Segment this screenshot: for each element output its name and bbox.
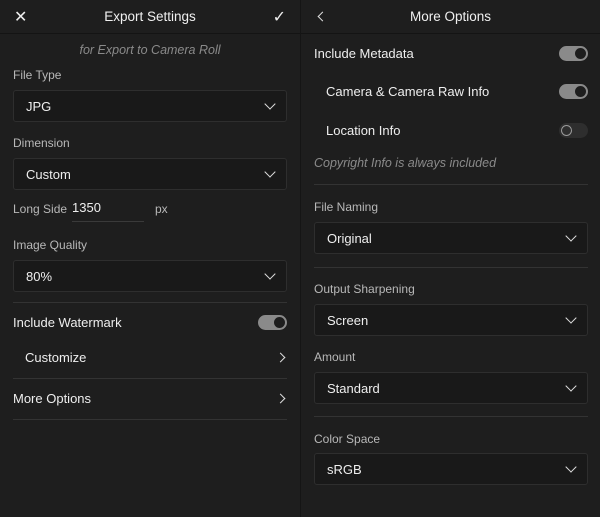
- output-sharpening-label: Output Sharpening: [314, 282, 415, 296]
- image-quality-label: Image Quality: [13, 238, 88, 252]
- checkmark-icon[interactable]: ✓: [273, 0, 286, 34]
- amount-label: Amount: [314, 350, 356, 364]
- color-space-select[interactable]: sRGB: [314, 453, 588, 485]
- camera-raw-info-label: Camera & Camera Raw Info: [326, 84, 490, 99]
- include-metadata-toggle[interactable]: [559, 46, 588, 61]
- divider: [314, 184, 588, 185]
- customize-label: Customize: [25, 350, 87, 365]
- camera-raw-info-toggle[interactable]: [559, 84, 588, 99]
- chevron-down-icon: [264, 98, 276, 110]
- subtitle: for Export to Camera Roll: [79, 43, 221, 57]
- long-side-input[interactable]: 1350: [72, 200, 144, 222]
- chevron-down-icon: [264, 268, 276, 280]
- color-space-label: Color Space: [314, 432, 381, 446]
- location-info-toggle[interactable]: [559, 123, 588, 138]
- include-metadata-label: Include Metadata: [314, 46, 414, 61]
- page-title: Export Settings: [104, 9, 196, 24]
- chevron-down-icon: [565, 461, 577, 473]
- back-icon[interactable]: [317, 11, 328, 22]
- page-title: More Options: [409, 9, 492, 24]
- file-naming-label: File Naming: [314, 200, 379, 214]
- chevron-down-icon: [264, 166, 276, 178]
- image-quality-select[interactable]: 80%: [13, 260, 287, 292]
- more-options-row[interactable]: More Options: [13, 391, 290, 409]
- file-type-value: JPG: [26, 98, 52, 114]
- dimension-select[interactable]: Custom: [13, 158, 287, 190]
- more-options-label: More Options: [13, 391, 92, 406]
- chevron-right-icon: [275, 393, 286, 404]
- long-side-label: Long Side: [13, 202, 68, 216]
- customize-row[interactable]: Customize: [25, 350, 290, 368]
- file-type-select[interactable]: JPG: [13, 90, 287, 122]
- file-naming-select[interactable]: Original: [314, 222, 588, 254]
- chevron-down-icon: [565, 380, 577, 392]
- header: ✕ Export Settings ✓: [0, 0, 300, 34]
- close-icon[interactable]: ✕: [14, 0, 27, 34]
- file-type-label: File Type: [13, 68, 62, 82]
- dimension-value: Custom: [26, 166, 71, 182]
- include-watermark-label: Include Watermark: [13, 315, 122, 330]
- file-naming-value: Original: [327, 230, 372, 246]
- image-quality-value: 80%: [26, 268, 53, 284]
- location-info-label: Location Info: [326, 123, 401, 138]
- divider: [13, 302, 287, 303]
- header: More Options: [301, 0, 600, 34]
- color-space-value: sRGB: [327, 461, 362, 477]
- chevron-down-icon: [565, 312, 577, 324]
- dimension-label: Dimension: [13, 136, 70, 150]
- divider: [13, 378, 287, 379]
- amount-select[interactable]: Standard: [314, 372, 588, 404]
- output-sharpening-value: Screen: [327, 312, 369, 328]
- include-watermark-toggle[interactable]: [258, 315, 287, 330]
- chevron-down-icon: [565, 230, 577, 242]
- output-sharpening-select[interactable]: Screen: [314, 304, 588, 336]
- divider: [314, 267, 588, 268]
- more-options-panel: More Options Include Metadata Camera & C…: [300, 0, 600, 517]
- divider: [314, 416, 588, 417]
- long-side-unit: px: [155, 202, 168, 216]
- chevron-right-icon: [275, 352, 286, 363]
- export-settings-panel: ✕ Export Settings ✓ for Export to Camera…: [0, 0, 300, 517]
- divider: [13, 419, 287, 420]
- copyright-note: Copyright Info is always included: [314, 156, 497, 170]
- amount-value: Standard: [327, 380, 380, 396]
